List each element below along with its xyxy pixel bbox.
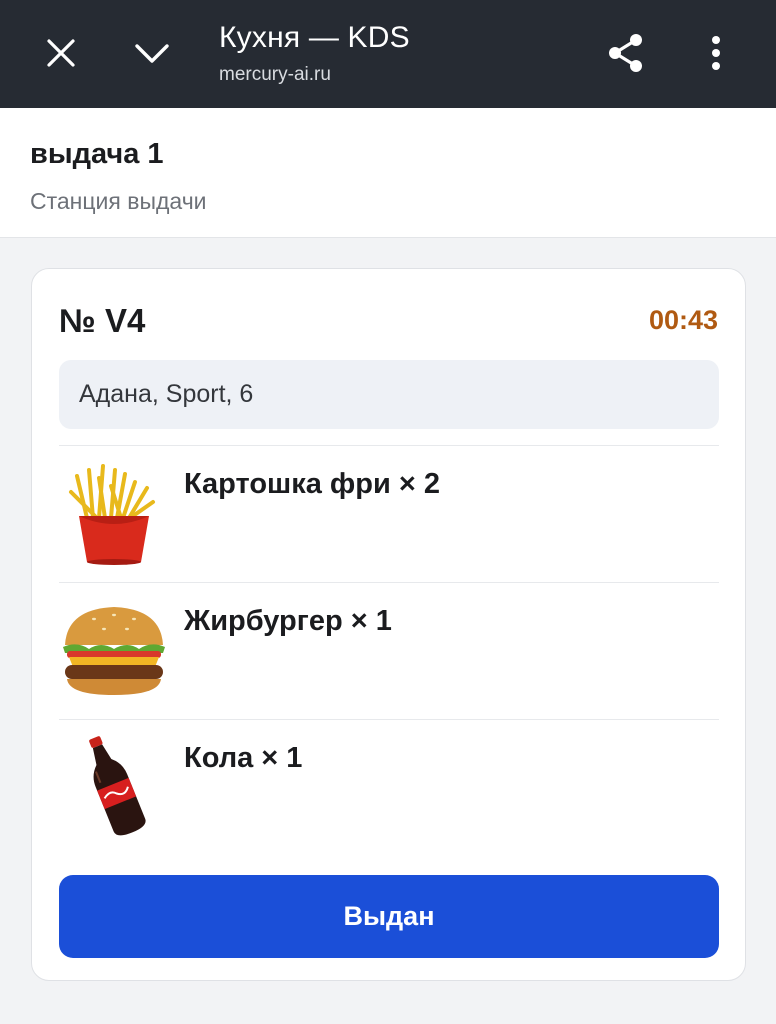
order-number: № V4 (59, 302, 146, 339)
share-button[interactable] (594, 18, 658, 88)
burger-image (63, 607, 165, 695)
item-label: Кола × 1 (184, 742, 303, 774)
page-title-block: Кухня — KDS mercury-ai.ru (219, 20, 410, 88)
item-label: Жирбургер × 1 (184, 605, 392, 637)
item-label: Картошка фри × 2 (184, 468, 441, 500)
station-header: выдача 1 Станция выдачи (0, 108, 776, 238)
order-address: Адана, Sport, 6 (59, 360, 719, 429)
order-address-text: Адана, Sport, 6 (79, 380, 254, 408)
share-icon (609, 34, 642, 72)
list-item: Картошка фри × 2 (59, 445, 719, 582)
more-vertical-icon (712, 36, 720, 70)
station-description: Станция выдачи (30, 188, 207, 214)
issued-button[interactable]: Выдан (59, 875, 719, 958)
station-name: выдача 1 (30, 138, 164, 170)
page-title: Кухня — KDS (219, 21, 410, 54)
chevron-down-icon (135, 44, 169, 63)
french-fries-image (69, 464, 155, 565)
list-item: Жирбургер × 1 (59, 582, 719, 719)
app-bar: Кухня — KDS mercury-ai.ru (0, 0, 776, 108)
close-button[interactable] (29, 18, 93, 88)
page-url: mercury-ai.ru (219, 64, 331, 85)
more-menu-button[interactable] (684, 18, 748, 88)
order-card: № V4 00:43 Адана, Sport, 6 Картошка фри … (31, 268, 746, 981)
minimize-button[interactable] (120, 18, 184, 88)
order-timer: 00:43 (648, 305, 718, 335)
cola-bottle-image (89, 736, 146, 836)
order-items-list: Картошка фри × 2 Жирбургер × 1 Кола × 1 (59, 445, 719, 856)
close-icon (47, 39, 75, 67)
list-item: Кола × 1 (59, 719, 719, 856)
